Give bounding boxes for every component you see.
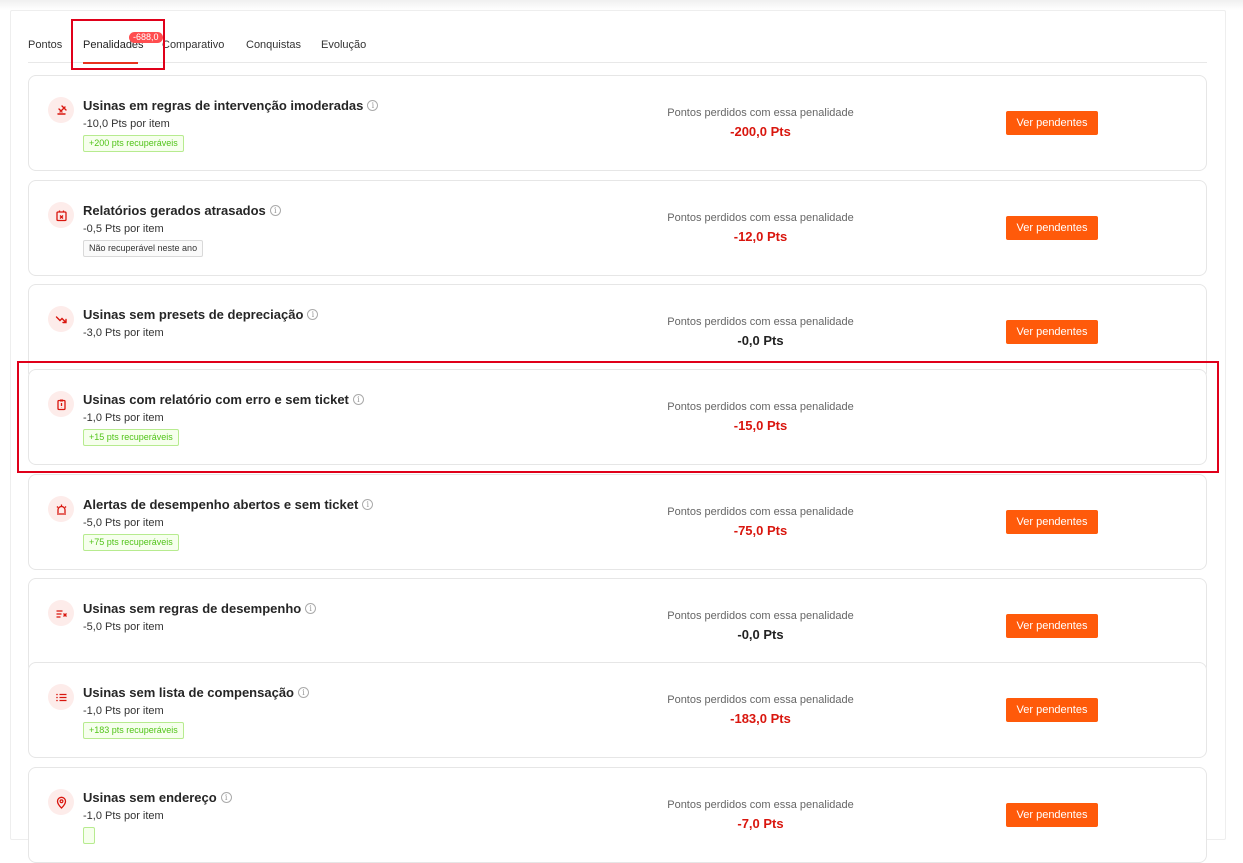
points-lost-label: Pontos perdidos com essa penalidade [667, 212, 854, 224]
points-per-item: -0,5 Pts por item [83, 223, 164, 235]
points-lost-value: -7,0 Pts [737, 816, 784, 831]
info-icon[interactable]: i [297, 687, 309, 698]
tab-pontos[interactable]: Pontos [28, 39, 62, 51]
info-icon[interactable]: i [269, 205, 281, 216]
points-lost-label: Pontos perdidos com essa penalidade [667, 694, 854, 706]
tab-comparativo[interactable]: Comparativo [162, 39, 224, 51]
info-icon[interactable]: i [307, 309, 319, 320]
points-lost-label: Pontos perdidos com essa penalidade [667, 316, 854, 328]
penalty-title: Usinas sem regras de desempenho i [83, 601, 317, 616]
points-lost-label: Pontos perdidos com essa penalidade [667, 799, 854, 811]
info-icon[interactable]: i [220, 792, 232, 803]
tab-conquistas[interactable]: Conquistas [246, 39, 301, 51]
list-icon [48, 684, 74, 710]
penalty-title: Relatórios gerados atrasados i [83, 203, 281, 218]
view-pending-button[interactable]: Ver pendentes [1006, 510, 1098, 534]
highlight-box-tab [71, 19, 165, 70]
calendar-x-icon [48, 202, 74, 228]
penalty-title: Usinas sem endereço i [83, 790, 232, 805]
points-lost-value: -0,0 Pts [737, 333, 784, 348]
trend-down-icon [48, 306, 74, 332]
points-per-item: -5,0 Pts por item [83, 517, 164, 529]
view-pending-button[interactable]: Ver pendentes [1006, 216, 1098, 240]
tab-bar: Pontos Penalidades Comparativo Conquista… [28, 28, 1207, 63]
penalty-title: Usinas sem lista de compensação i [83, 685, 309, 700]
penalty-title: Alertas de desempenho abertos e sem tick… [83, 497, 374, 512]
recoverable-tag: +200 pts recuperáveis [83, 135, 184, 152]
info-icon[interactable]: i [367, 100, 379, 111]
penalty-card: Usinas sem regras de desempenho i -5,0 Pts… [28, 578, 1207, 674]
view-pending-button[interactable]: Ver pendentes [1006, 320, 1098, 344]
recoverable-tag: +183 pts recuperáveis [83, 722, 184, 739]
top-shadow [0, 0, 1243, 10]
points-lost-value: -0,0 Pts [737, 627, 784, 642]
penalty-title: Usinas sem presets de depreciação i [83, 307, 319, 322]
view-pending-button[interactable]: Ver pendentes [1006, 698, 1098, 722]
points-per-item: -10,0 Pts por item [83, 118, 170, 130]
points-per-item: -1,0 Pts por item [83, 705, 164, 717]
penalty-title: Usinas em regras de intervenção imoderad… [83, 98, 379, 113]
penalty-card: Alertas de desempenho abertos e sem tick… [28, 474, 1207, 570]
gavel-icon [48, 97, 74, 123]
siren-icon [48, 496, 74, 522]
points-per-item: -5,0 Pts por item [83, 621, 164, 633]
view-pending-button[interactable]: Ver pendentes [1006, 803, 1098, 827]
map-pin-icon [48, 789, 74, 815]
points-per-item: -1,0 Pts por item [83, 810, 164, 822]
points-lost-value: -183,0 Pts [730, 711, 791, 726]
points-lost-label: Pontos perdidos com essa penalidade [667, 107, 854, 119]
highlight-box-card [17, 361, 1219, 473]
penalty-card: Relatórios gerados atrasados i -0,5 Pts po… [28, 180, 1207, 276]
points-lost-label: Pontos perdidos com essa penalidade [667, 506, 854, 518]
points-lost-value: -75,0 Pts [733, 523, 788, 538]
info-icon[interactable]: i [362, 499, 374, 510]
view-pending-button[interactable]: Ver pendentes [1006, 614, 1098, 638]
points-lost-label: Pontos perdidos com essa penalidade [667, 610, 854, 622]
recoverable-tag: +75 pts recuperáveis [83, 534, 179, 551]
points-per-item: -3,0 Pts por item [83, 327, 164, 339]
penalty-card: Usinas sem endereço i -1,0 Pts por item Pon… [28, 767, 1207, 863]
info-icon[interactable]: i [305, 603, 317, 614]
list-x-icon [48, 600, 74, 626]
view-pending-button[interactable]: Ver pendentes [1006, 111, 1098, 135]
penalty-card: Usinas sem lista de compensação i -1,0 Pts… [28, 662, 1207, 758]
points-lost-value: -12,0 Pts [733, 229, 788, 244]
recoverable-tag [83, 827, 95, 844]
points-lost-value: -200,0 Pts [730, 124, 791, 139]
penalty-card: Usinas em regras de intervenção imoderad… [28, 75, 1207, 171]
recoverable-tag: Não recuperável neste ano [83, 240, 204, 257]
tab-evolucao[interactable]: Evolução [321, 39, 366, 51]
